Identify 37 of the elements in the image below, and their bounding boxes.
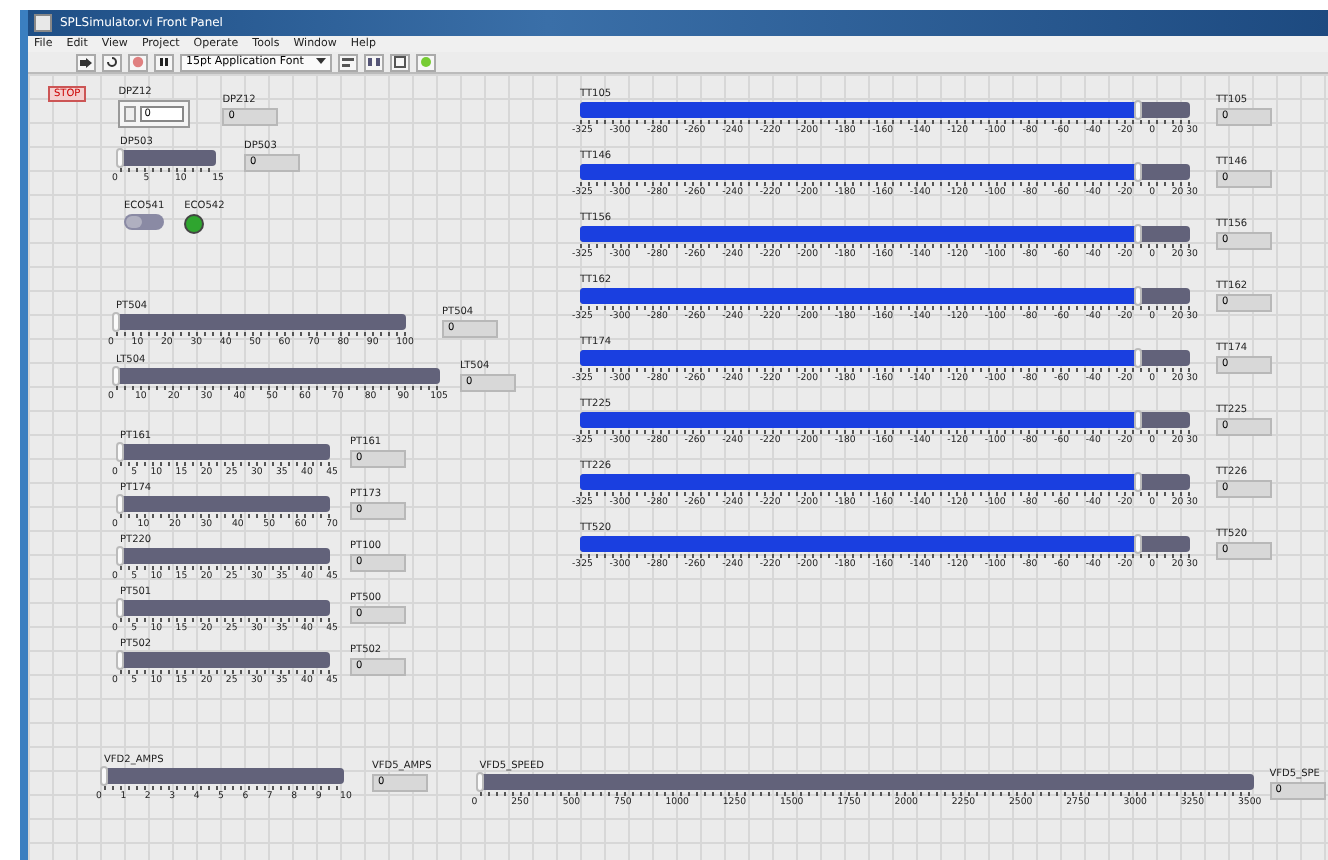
slider-thumb[interactable] [116, 148, 124, 168]
run-arrow-icon[interactable] [76, 53, 96, 71]
slider-track[interactable] [120, 652, 330, 668]
slider-thumb[interactable] [475, 772, 484, 792]
toggle-switch[interactable] [124, 214, 164, 230]
align-icon[interactable] [337, 53, 358, 71]
slider-thumb[interactable] [1134, 286, 1143, 306]
app-icon [34, 14, 52, 32]
distribute-icon[interactable] [363, 53, 384, 71]
slider-thumb[interactable] [116, 442, 124, 462]
slider-thumb[interactable] [1134, 224, 1143, 244]
slider-track[interactable] [120, 548, 330, 564]
slider-track[interactable] [120, 444, 330, 460]
slider-track[interactable] [104, 768, 344, 784]
slider-thumb[interactable] [116, 546, 124, 566]
resize-icon[interactable] [389, 53, 410, 71]
slider-thumb[interactable] [1134, 100, 1143, 120]
slider-thumb[interactable] [100, 766, 108, 786]
tick-marks [120, 168, 216, 172]
slider-thumb[interactable] [116, 650, 124, 670]
slider-thumb[interactable] [1134, 348, 1143, 368]
slider-thumb[interactable] [1134, 162, 1143, 182]
slider-track[interactable] [116, 314, 406, 330]
slider-thumb[interactable] [1134, 472, 1143, 492]
slider-thumb[interactable] [1134, 534, 1143, 554]
slider-track[interactable] [116, 368, 440, 384]
slider-thumb[interactable] [112, 312, 120, 332]
slider-thumb[interactable] [116, 494, 124, 514]
slider-track[interactable] [479, 774, 1254, 790]
slider-thumb[interactable] [116, 598, 124, 618]
pause-icon[interactable] [154, 53, 174, 71]
run-continuously-icon[interactable] [102, 53, 122, 71]
slider-track[interactable] [120, 150, 216, 166]
slider-track[interactable] [120, 496, 330, 512]
slider-track[interactable] [120, 600, 330, 616]
slider-thumb[interactable] [112, 366, 120, 386]
slider-thumb[interactable] [1134, 410, 1143, 430]
